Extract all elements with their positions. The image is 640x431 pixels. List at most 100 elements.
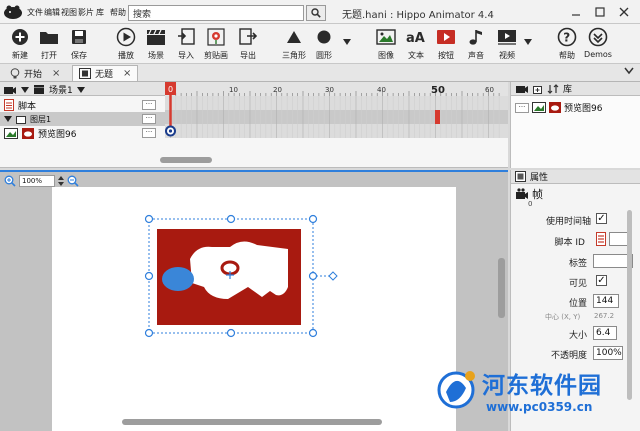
clapperboard-icon [145,26,167,48]
shapes-dropdown-button[interactable] [343,38,351,48]
hippo-logo-icon [4,5,22,19]
export-button[interactable]: 导出 [230,25,266,63]
scene-name: 场景1 [49,86,73,96]
properties-icon [515,171,526,182]
stage-canvas[interactable] [52,187,456,431]
timeline-row-script[interactable]: 脚本 [0,98,162,112]
floppy-disk-icon [68,26,90,48]
stage-vertical-scrollbar-thumb[interactable] [498,258,505,318]
help-label: 帮助 [559,51,575,60]
circle-icon [313,26,335,48]
camera-icon [4,87,16,94]
center-value: 267.2 [594,312,615,320]
close-window-button[interactable] [614,3,634,21]
visible-checkbox[interactable]: ✓ [596,275,607,286]
dropdown-arrow-icon [524,39,532,45]
chevron-down-circle-icon [587,26,609,48]
text-label: 文本 [408,51,424,60]
maximize-button[interactable] [590,3,610,21]
use-timeline-checkbox[interactable]: ✓ [596,213,607,224]
library-title: 库 [563,85,573,95]
minimize-icon [572,14,580,16]
layer-end-frame-marker [435,110,440,124]
library-item-label: 预览图96 [564,104,603,114]
image-thumb-icon [4,127,18,139]
scene-label: 场景 [148,51,164,60]
size-input[interactable]: 6.4 [593,326,617,340]
demos-button[interactable]: Demos [580,25,616,63]
tab-start[interactable]: 开始 × [4,65,66,81]
ruler-label: 10 [229,86,238,94]
clipart-button[interactable]: 剪贴画 [198,25,234,63]
svg-text:aA: aA [406,31,425,45]
tab-start-label: 开始 [24,69,43,80]
script-document-icon[interactable] [596,232,606,246]
layer-row-options-button[interactable]: ··· [142,114,156,124]
menu-help[interactable]: 帮助 [110,7,126,18]
selected-symbol[interactable] [157,229,301,325]
video-button[interactable]: 视频 [489,25,525,63]
dropdown-arrow-icon [21,86,29,93]
new-label: 新建 [12,51,28,60]
ruler-label: 30 [325,86,334,94]
sort-icon[interactable] [547,83,559,94]
collapse-arrow-icon[interactable] [4,116,12,122]
play-label: 播放 [118,51,134,60]
tab-untitled[interactable]: 无题 × [72,65,139,81]
menu-edit[interactable]: 编辑 [44,7,60,18]
image-label: 图像 [378,51,394,60]
menu-movie[interactable]: 影片 [78,7,94,18]
stage-horizontal-scrollbar-thumb[interactable] [122,419,382,425]
library-header: 库 [511,82,640,96]
rotation-handle[interactable] [328,271,338,281]
script-row-options-button[interactable]: ··· [142,100,156,110]
circle-button[interactable]: 圆形 [306,25,342,63]
triangle-icon [283,26,305,48]
ruler-label: 40 [377,86,386,94]
add-folder-icon[interactable] [533,84,543,94]
tabs-overflow-button[interactable] [624,67,634,78]
symbol-row-options-button[interactable]: ··· [142,128,156,138]
search-button[interactable] [306,5,326,21]
library-panel: 库 ··· 预览图96 [510,82,640,168]
open-label: 打开 [41,51,57,60]
import-label: 导入 [178,51,194,60]
media-dropdown-button[interactable] [524,38,532,48]
app-window: 文件 编辑 视图 影片 库 帮助 搜索 无题.hani : Hippo Anim… [0,0,640,431]
zoom-out-icon[interactable] [67,175,79,187]
circle-label: 圆形 [316,51,332,60]
symbol-preview-icon [549,102,561,113]
svg-text:?: ? [563,31,570,45]
close-tab-icon[interactable]: × [52,68,60,79]
search-icon [311,8,321,18]
chevron-down-icon [624,67,634,75]
timeline-row-symbol[interactable]: 预览图96 [0,126,162,140]
menu-file[interactable]: 文件 [27,7,43,18]
size-label: 大小 [568,331,587,341]
watermark-url: www.pc0359.cn [486,400,593,414]
timeline-frames-grid[interactable]: 0 10 20 30 40 50 60 [165,82,508,140]
save-button[interactable]: 保存 [61,25,97,63]
menu-library[interactable]: 库 [96,7,104,18]
library-item[interactable]: ··· 预览图96 [515,101,602,114]
zoom-stepper-icon[interactable] [58,176,64,186]
image-icon [375,26,397,48]
timeline-scrollbar-thumb[interactable] [160,157,212,163]
symbol-row-label: 预览图96 [38,129,77,140]
minimize-button[interactable] [566,3,586,21]
zoom-level-input[interactable]: 100% [19,175,55,187]
symbol-preview-icon [22,127,34,139]
playhead-frame-number: 0 [168,85,173,94]
watermark-site-name: 河东软件园 [482,372,602,399]
close-tab-icon[interactable]: × [123,68,131,79]
library-item-options-button[interactable]: ··· [515,102,529,113]
zoom-in-icon[interactable] [4,175,16,187]
frame-index: 0 [528,200,533,208]
script-document-icon [4,99,14,111]
position-x-input[interactable]: 144 [593,294,619,308]
search-input[interactable]: 搜索 [128,5,304,21]
stage-drawing[interactable] [52,187,456,431]
menu-view[interactable]: 视图 [61,7,77,18]
music-note-icon [465,26,487,48]
folder-icon [38,26,60,48]
